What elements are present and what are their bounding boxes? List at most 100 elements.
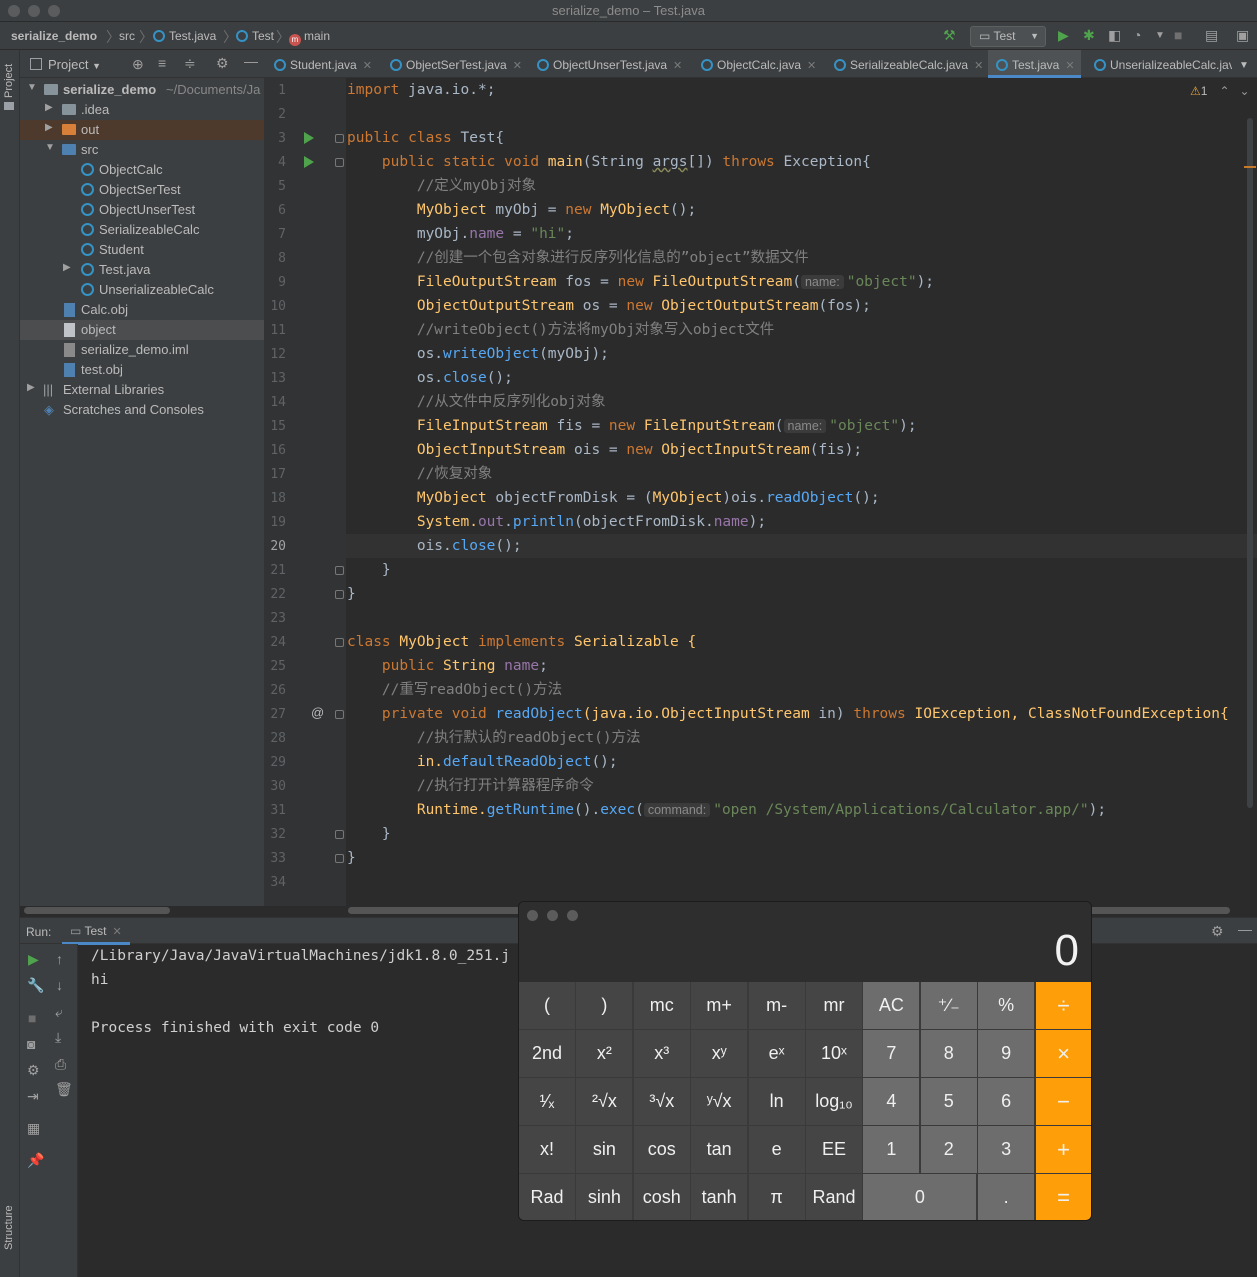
calc-key[interactable]: xʸ <box>691 1030 748 1077</box>
chevron-down-icon[interactable]: ▼ <box>1239 50 1249 78</box>
gear-icon[interactable]: ⚙ <box>1211 923 1224 940</box>
tree-item-objectunsertest[interactable]: ObjectUnserTest <box>20 200 264 220</box>
calc-key[interactable]: 5 <box>920 1078 977 1125</box>
calc-key[interactable]: ln <box>748 1078 805 1125</box>
run-tab-test[interactable]: ▭ Test ✕ <box>62 918 130 945</box>
calc-key[interactable]: 6 <box>978 1078 1035 1125</box>
print-icon[interactable]: ⎙ <box>55 1056 66 1073</box>
wrench-icon[interactable]: 🔧 <box>27 977 44 994</box>
calc-key[interactable]: ÷ <box>1035 982 1091 1029</box>
calc-key[interactable]: Rand <box>806 1174 862 1220</box>
tab-unserializeablecalc-java[interactable]: UnserializeableCalc.jav <box>1094 50 1232 78</box>
tree-item-scratches[interactable]: ◈ Scratches and Consoles <box>20 400 264 420</box>
calc-key[interactable]: ʸ√x <box>691 1078 748 1125</box>
calc-key[interactable]: ²√x <box>576 1078 633 1125</box>
calc-key[interactable]: sin <box>576 1126 633 1173</box>
fold-icon[interactable] <box>335 134 344 143</box>
breadcrumb-class[interactable]: Test <box>236 29 274 43</box>
tree-item-out[interactable]: ▶ out <box>20 120 264 140</box>
calc-key[interactable]: % <box>978 982 1035 1029</box>
calc-key[interactable]: × <box>1035 1030 1091 1077</box>
locate-icon[interactable]: ⊕ <box>132 56 144 73</box>
fold-icon[interactable] <box>335 590 344 599</box>
threads-icon[interactable]: ⚙ <box>27 1062 40 1079</box>
calc-key[interactable]: tanh <box>691 1174 748 1220</box>
calc-key[interactable]: sinh <box>576 1174 633 1220</box>
calc-key[interactable]: 4 <box>863 1078 920 1125</box>
calc-key[interactable]: = <box>1035 1174 1091 1220</box>
tree-item-test-obj[interactable]: test.obj <box>20 360 264 380</box>
close-icon[interactable]: ✕ <box>673 60 682 72</box>
tab-test-java[interactable]: Test.java ✕ <box>988 50 1081 78</box>
hide-panel-icon[interactable]: — <box>244 53 258 69</box>
tree-item-calc-obj[interactable]: Calc.obj <box>20 300 264 320</box>
fold-icon[interactable] <box>335 638 344 647</box>
fold-icon[interactable] <box>335 158 344 167</box>
camera-icon[interactable]: ◙ <box>27 1036 35 1052</box>
tree-item-idea[interactable]: ▶ .idea <box>20 100 264 120</box>
tree-item-external-libraries[interactable]: ▶ ||| External Libraries <box>20 380 264 400</box>
stop-icon[interactable]: ■ <box>28 1010 36 1026</box>
calc-key[interactable]: Rad <box>519 1174 575 1220</box>
calc-key[interactable]: 1 <box>863 1126 920 1173</box>
chevron-down-icon[interactable]: ▼ <box>1155 30 1165 41</box>
scroll-to-end-icon[interactable]: ⤓ <box>55 1029 61 1046</box>
stop-icon[interactable]: ■ <box>1174 27 1182 43</box>
calc-key[interactable]: e <box>748 1126 805 1173</box>
calc-key[interactable]: 0 <box>863 1174 977 1220</box>
rerun-icon[interactable]: ▶ <box>28 951 39 968</box>
calc-key[interactable]: cos <box>633 1126 690 1173</box>
calc-key[interactable]: ) <box>576 982 633 1029</box>
calc-key[interactable]: x³ <box>633 1030 690 1077</box>
build-hammer-icon[interactable]: ⚒ <box>943 27 956 44</box>
calc-key[interactable]: ( <box>519 982 575 1029</box>
tree-item-student[interactable]: Student <box>20 240 264 260</box>
arrow-down-icon[interactable]: ↓ <box>56 977 63 993</box>
breadcrumb-method[interactable]: m main <box>289 29 330 46</box>
fold-icon[interactable] <box>335 854 344 863</box>
project-tool-window-button[interactable]: Project <box>3 64 15 98</box>
calc-key[interactable]: ¹⁄ₓ <box>519 1078 575 1125</box>
chevron-up-icon[interactable]: ⌃ <box>1219 84 1229 98</box>
tab-student-java[interactable]: Student.java ✕ <box>274 50 372 78</box>
project-structure-icon[interactable]: ▤ <box>1205 27 1218 44</box>
layout-icon[interactable]: ▣ <box>1236 27 1249 44</box>
calc-key[interactable]: 2 <box>920 1126 977 1173</box>
close-icon[interactable]: ✕ <box>974 60 983 72</box>
tree-item-iml[interactable]: serialize_demo.iml <box>20 340 264 360</box>
calc-key[interactable]: log₁₀ <box>806 1078 862 1125</box>
calc-key[interactable]: 2nd <box>519 1030 575 1077</box>
error-stripe-marker[interactable] <box>1244 166 1256 168</box>
calc-key[interactable]: mc <box>633 982 690 1029</box>
editor-vertical-scrollbar[interactable] <box>1247 118 1253 808</box>
tree-item-serializeablecalc[interactable]: SerializeableCalc <box>20 220 264 240</box>
tree-item-src[interactable]: ▼ src <box>20 140 264 160</box>
calc-key[interactable]: ⁺∕₋ <box>920 982 977 1029</box>
inspection-widget[interactable]: ⚠1 ⌃ ⌄ <box>1190 84 1250 98</box>
calc-key[interactable]: . <box>978 1174 1035 1220</box>
project-view-selector[interactable]: Project ▼ <box>48 57 101 72</box>
chevron-down-icon[interactable]: ⌄ <box>1240 84 1250 98</box>
hide-panel-icon[interactable]: — <box>1238 921 1252 937</box>
override-annotation-icon[interactable]: @ <box>311 705 324 720</box>
run-configuration-select[interactable]: ▭ Test ▼ <box>970 26 1046 47</box>
exit-icon[interactable]: ⇥ <box>27 1088 39 1105</box>
tab-objectunsertest-java[interactable]: ObjectUnserTest.java ✕ <box>537 50 682 78</box>
collapse-all-icon[interactable]: ≑ <box>184 55 196 72</box>
calc-key[interactable]: − <box>1035 1078 1091 1125</box>
calc-key[interactable]: + <box>1035 1126 1091 1173</box>
calc-key[interactable]: EE <box>806 1126 862 1173</box>
calc-key[interactable]: m+ <box>691 982 748 1029</box>
fold-icon[interactable] <box>335 710 344 719</box>
calc-key[interactable]: 9 <box>978 1030 1035 1077</box>
profile-icon[interactable]: ◔ <box>1133 27 1141 43</box>
run-icon[interactable]: ▶ <box>1058 27 1069 44</box>
zoom-window-button[interactable] <box>567 910 578 921</box>
tree-item-objectcalc[interactable]: ObjectCalc <box>20 160 264 180</box>
structure-tool-window-button[interactable]: Structure <box>3 1205 15 1250</box>
calc-key[interactable]: 3 <box>978 1126 1035 1173</box>
tree-item-root[interactable]: ▼ serialize_demo ~/Documents/Ja <box>20 80 264 100</box>
code-editor[interactable]: ⚠1 ⌃ ⌄ 1 2 3 4 5 6 7 8 9 10 11 12 13 14 15… <box>264 78 1257 914</box>
minimize-window-button[interactable] <box>547 910 558 921</box>
close-icon[interactable]: ✕ <box>1065 60 1074 72</box>
